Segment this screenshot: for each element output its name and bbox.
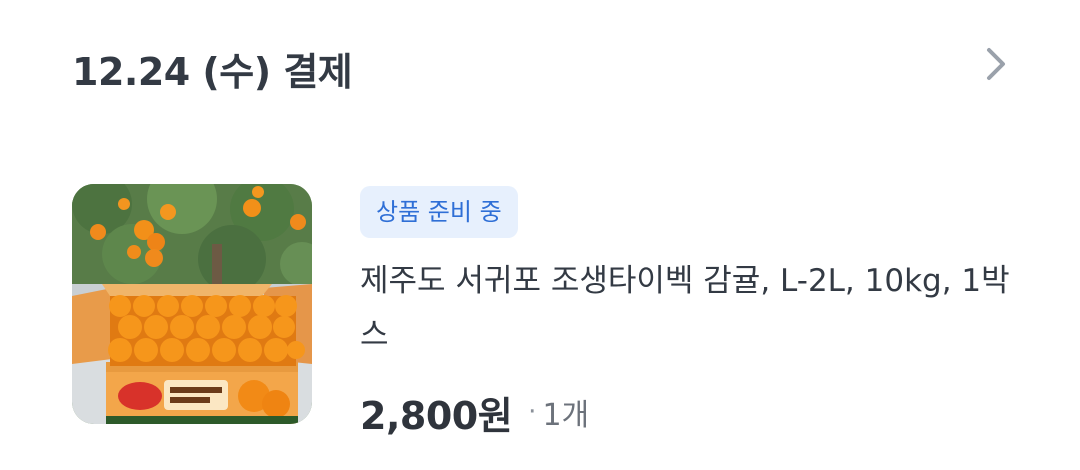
status-badge: 상품 준비 중 (360, 186, 518, 238)
product-thumbnail[interactable] (72, 184, 312, 424)
order-header[interactable]: 12.24 (수) 결제 (0, 0, 1080, 140)
product-price: 2,800원 (360, 393, 513, 438)
separator-dot: · (528, 397, 537, 427)
price-row: 2,800원 · 1개 (360, 380, 589, 444)
order-date-title: 12.24 (수) 결제 (72, 50, 353, 94)
product-quantity: 1개 (542, 398, 590, 433)
chevron-right-icon[interactable] (976, 44, 1016, 84)
product-name[interactable]: 제주도 서귀포 조생타이벡 감귤, L-2L, 10kg, 1박스 (360, 254, 1010, 362)
